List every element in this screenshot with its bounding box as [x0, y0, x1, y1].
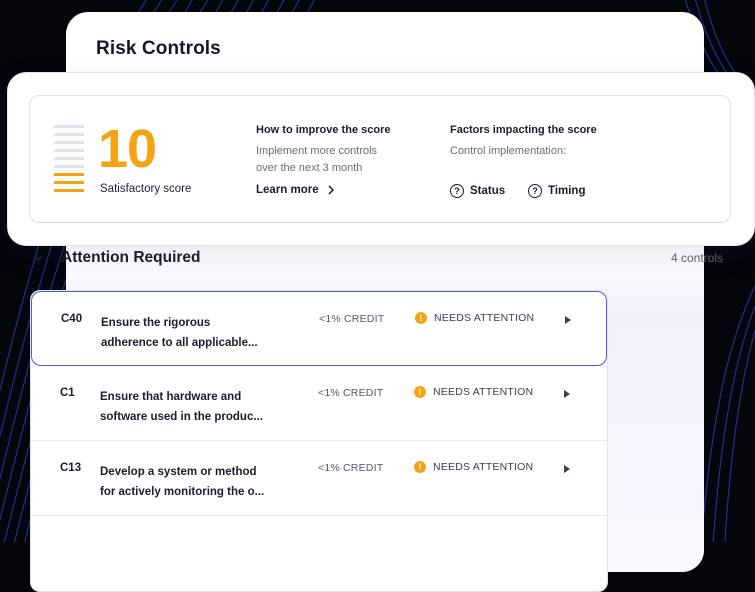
control-description-line: software used in the produc...: [100, 411, 263, 423]
score-gauge-bar: [54, 141, 84, 144]
status-label: NEEDS ATTENTION: [433, 461, 534, 473]
improve-heading: How to improve the score: [256, 124, 391, 136]
play-icon[interactable]: [564, 465, 570, 473]
status-label: NEEDS ATTENTION: [433, 386, 534, 398]
play-icon[interactable]: [564, 390, 570, 398]
status-label: NEEDS ATTENTION: [434, 312, 535, 324]
control-description: Ensure that hardware and software used i…: [100, 387, 300, 427]
factors-text: Control implementation:: [450, 145, 567, 157]
control-description-line: Ensure the rigorous: [101, 317, 211, 329]
play-icon[interactable]: [565, 316, 571, 324]
score-gauge: [54, 125, 84, 197]
score-gauge-bar: [54, 173, 84, 176]
credit-value: <1% CREDIT: [318, 387, 384, 399]
control-id: C40: [61, 313, 83, 325]
section-title: Attention Required: [61, 249, 201, 266]
control-description-line: Develop a system or method: [100, 466, 257, 478]
credit-value: <1% CREDIT: [318, 462, 384, 474]
warning-icon: !: [415, 312, 427, 324]
question-circle-icon: ?: [528, 184, 542, 198]
factors-block: Factors impacting the score Control impl…: [450, 124, 650, 160]
status-badge: ! NEEDS ATTENTION: [414, 386, 533, 398]
warning-icon: !: [414, 386, 426, 398]
score-gauge-bar: [54, 157, 84, 160]
improve-text-line: over the next 3 month: [256, 162, 363, 174]
control-description-line: Ensure that hardware and: [100, 391, 242, 403]
factors-heading: Factors impacting the score: [450, 124, 597, 136]
control-description-line: for actively monitoring the o...: [100, 486, 265, 498]
factor-status[interactable]: ? Status: [450, 184, 505, 198]
score-gauge-bar: [54, 149, 84, 152]
improve-text-line: Implement more controls: [256, 145, 378, 157]
score-gauge-bar: [54, 125, 84, 128]
score-card: 10 Satisfactory score How to improve the…: [8, 73, 754, 245]
control-description: Ensure the rigorous adherence to all app…: [101, 313, 301, 353]
factor-timing[interactable]: ? Timing: [528, 184, 585, 198]
page-title: Risk Controls: [96, 38, 221, 59]
attention-required-header[interactable]: Attention Required 4 controls: [30, 248, 723, 270]
improve-score-block: How to improve the score Implement more …: [256, 124, 416, 177]
table-row[interactable]: C40 Ensure the rigorous adherence to all…: [31, 291, 607, 366]
controls-table: C40 Ensure the rigorous adherence to all…: [30, 290, 608, 592]
control-id: C13: [60, 462, 82, 474]
credit-value: <1% CREDIT: [319, 313, 385, 325]
control-description-line: adherence to all applicable...: [101, 337, 258, 349]
chevron-down-icon[interactable]: [30, 250, 46, 266]
score-gauge-bar: [54, 181, 84, 184]
score-gauge-bar: [54, 133, 84, 136]
improve-text: Implement more controls over the next 3 …: [256, 143, 416, 177]
factor-status-label: Status: [470, 185, 506, 197]
factor-timing-label: Timing: [548, 185, 586, 197]
score-label: Satisfactory score: [100, 183, 192, 195]
table-row[interactable]: [31, 516, 607, 591]
question-circle-icon: ?: [450, 184, 464, 198]
learn-more-link[interactable]: Learn more: [256, 184, 335, 196]
control-description: Develop a system or method for actively …: [100, 462, 300, 502]
learn-more-label: Learn more: [256, 184, 319, 196]
table-row[interactable]: C13 Develop a system or method for activ…: [31, 441, 607, 516]
score-gauge-bar: [54, 189, 84, 192]
score-summary: 10 Satisfactory score How to improve the…: [29, 95, 731, 223]
score-gauge-bar: [54, 165, 84, 168]
status-badge: ! NEEDS ATTENTION: [414, 461, 533, 473]
score-value: 10: [98, 119, 157, 179]
controls-count: 4 controls: [670, 251, 723, 265]
control-id: C1: [60, 387, 75, 399]
warning-icon: !: [414, 461, 426, 473]
status-badge: ! NEEDS ATTENTION: [415, 312, 534, 324]
chevron-right-icon: [328, 185, 334, 195]
table-row[interactable]: C1 Ensure that hardware and software use…: [31, 366, 607, 441]
